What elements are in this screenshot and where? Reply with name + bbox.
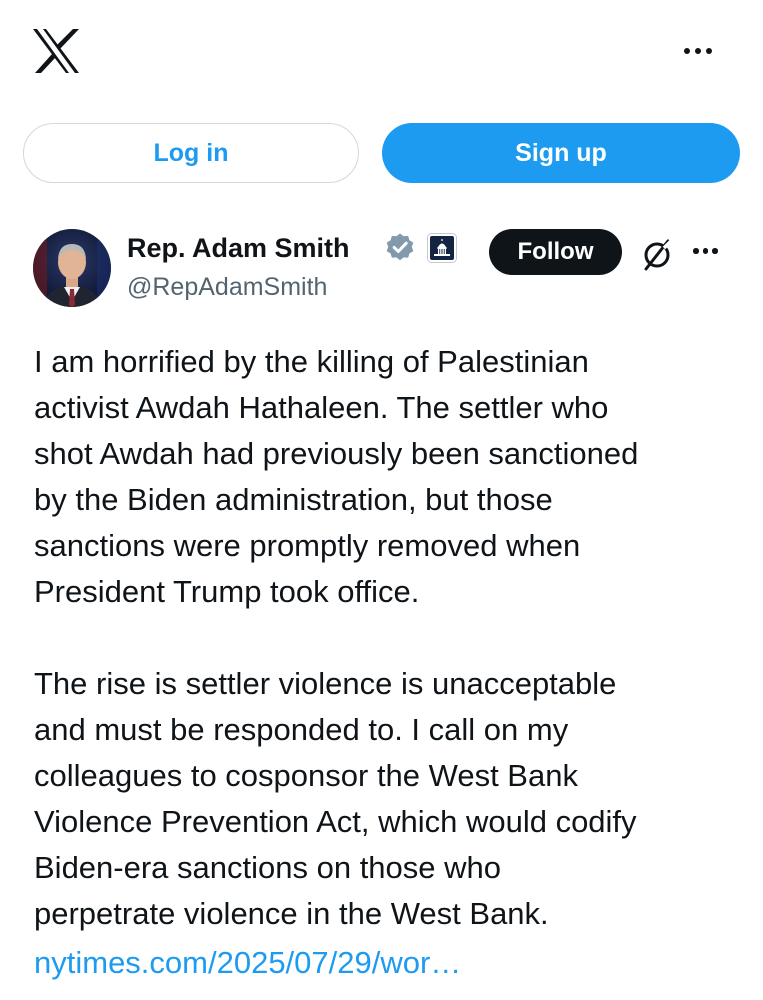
- dot: [695, 48, 701, 54]
- author-display-name[interactable]: Rep. Adam Smith: [127, 230, 350, 266]
- dot: [706, 48, 712, 54]
- tweet-more-icon[interactable]: [693, 245, 727, 257]
- dot: [712, 248, 718, 254]
- login-button[interactable]: Log in: [23, 123, 359, 183]
- dot: [684, 48, 690, 54]
- us-capitol-icon: [427, 233, 457, 263]
- dot: [693, 248, 699, 254]
- x-logo-icon[interactable]: [32, 28, 80, 74]
- verified-badge-icon: [384, 232, 416, 264]
- tweet-text: I am horrified by the killing of Palesti…: [34, 344, 639, 931]
- signup-button[interactable]: Sign up: [382, 123, 740, 183]
- tweet-link[interactable]: nytimes.com/2025/07/29/wor…: [34, 940, 461, 986]
- more-options-icon[interactable]: [684, 44, 724, 58]
- avatar[interactable]: [33, 229, 111, 307]
- author-handle[interactable]: @RepAdamSmith: [127, 270, 327, 304]
- follow-button[interactable]: Follow: [489, 229, 622, 275]
- dot: [702, 248, 708, 254]
- grok-icon[interactable]: [638, 236, 676, 274]
